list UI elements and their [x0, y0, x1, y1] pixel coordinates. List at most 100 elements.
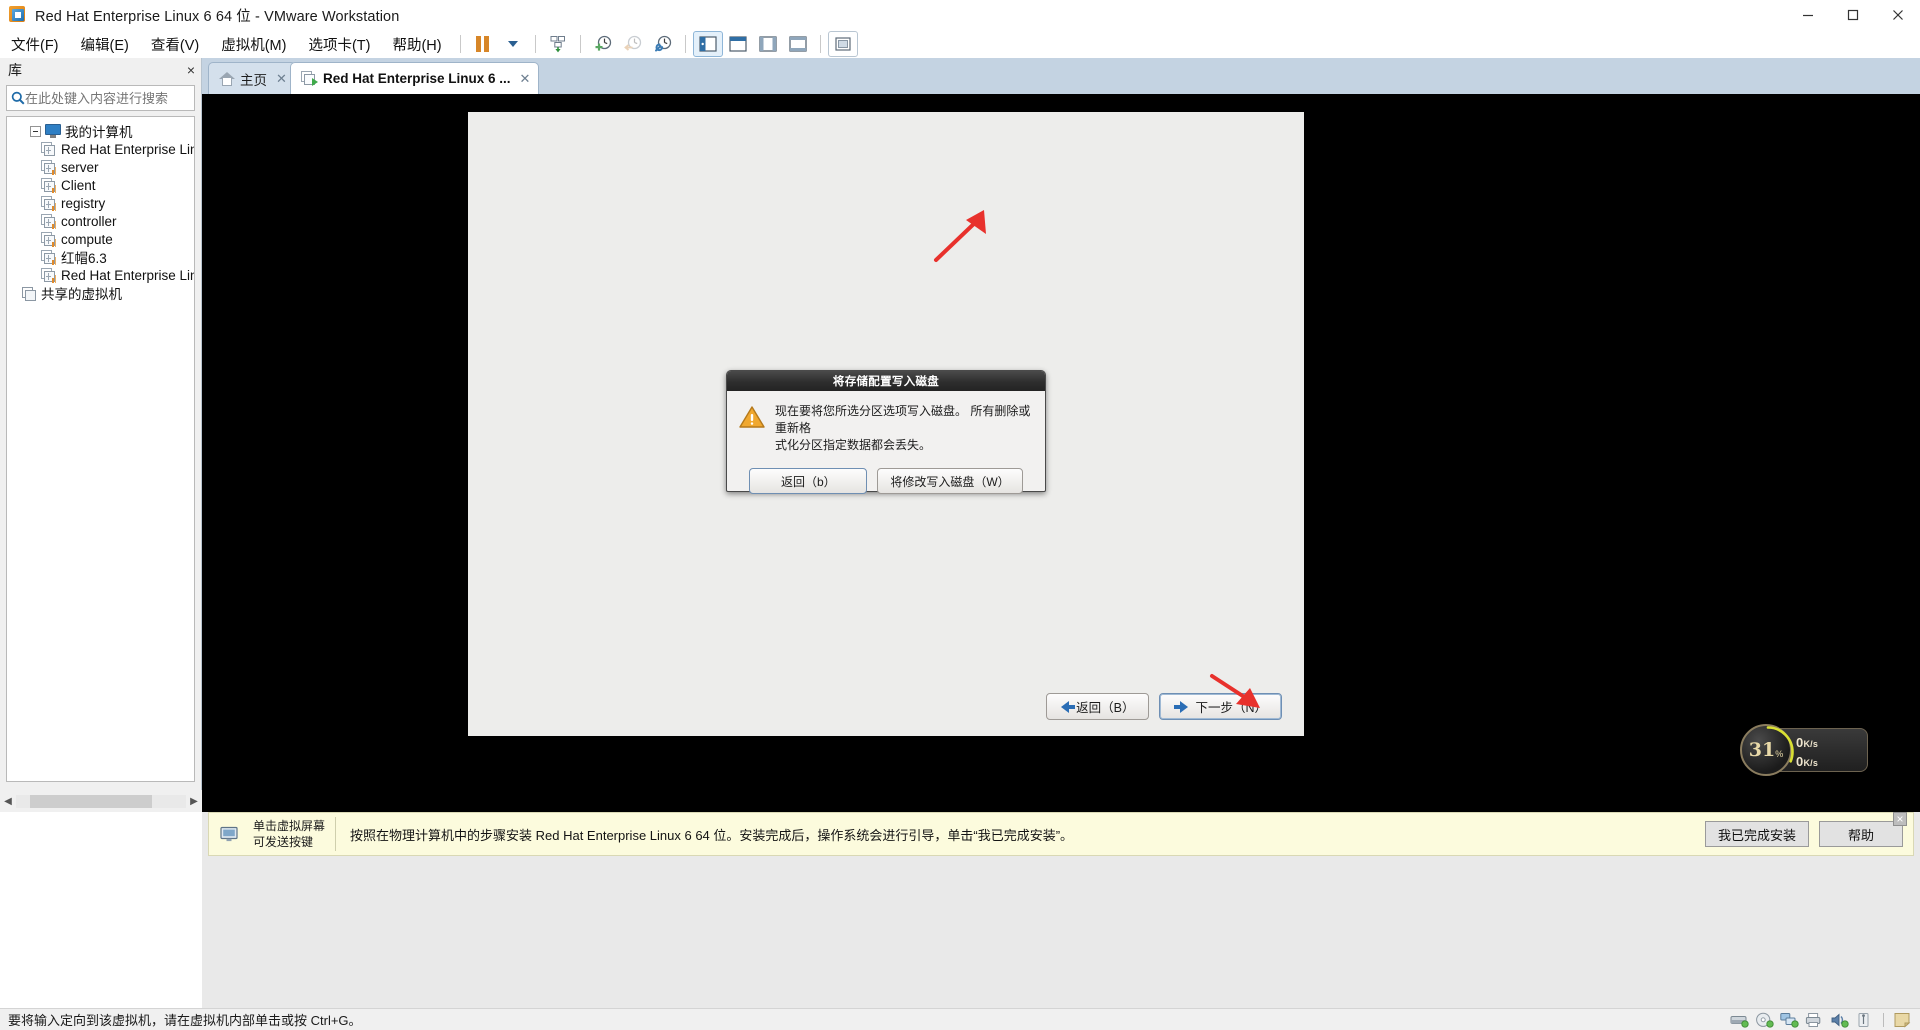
usb-icon[interactable] — [1855, 1012, 1874, 1028]
window-controls — [1785, 0, 1920, 30]
dialog-actions: 返回（b） 将修改写入磁盘（W） — [727, 468, 1045, 494]
tree-root-label: 我的计算机 — [65, 121, 133, 141]
minimize-button[interactable] — [1785, 0, 1830, 30]
dialog-back-button[interactable]: 返回（b） — [749, 468, 867, 494]
tab-home-label: 主页 — [240, 69, 267, 89]
tab-home[interactable]: 主页 ✕ — [208, 62, 296, 94]
snapshot-revert-icon[interactable] — [618, 31, 648, 57]
vmware-logo-icon — [9, 6, 27, 24]
tree-item-label: Client — [61, 178, 96, 193]
search-icon — [11, 91, 25, 105]
hint-help-button[interactable]: 帮助 — [1819, 821, 1903, 847]
upload-unit: K/s — [1803, 739, 1818, 749]
menu-bar: 文件(F) 编辑(E) 查看(V) 虚拟机(M) 选项卡(T) 帮助(H) — [0, 30, 1920, 58]
write-storage-config-dialog: 将存储配置写入磁盘 现在要将您所选分区选项写入磁盘。 所有删除或重新格 式化分区… — [726, 370, 1046, 492]
sidebar-horizontal-scrollbar[interactable]: ◀ ▶ — [0, 790, 202, 812]
guest-back-button[interactable]: 返回（B） — [1046, 693, 1149, 720]
toolbar-divider — [460, 35, 461, 53]
guest-next-button[interactable]: 下一步（N） — [1159, 693, 1282, 720]
download-unit: K/s — [1803, 758, 1818, 768]
hard-disk-icon[interactable] — [1730, 1012, 1749, 1028]
pause-icon[interactable] — [468, 31, 498, 57]
guest-screen[interactable]: 将存储配置写入磁盘 现在要将您所选分区选项写入磁盘。 所有删除或重新格 式化分区… — [468, 112, 1304, 736]
vm-icon — [41, 142, 56, 157]
tree-item-label: 红帽6.3 — [61, 247, 107, 267]
vm-icon — [41, 214, 56, 229]
vm-icon — [41, 250, 56, 265]
snapshot-take-icon[interactable] — [588, 31, 618, 57]
tab-home-close-icon[interactable]: ✕ — [276, 72, 287, 85]
menu-tabs[interactable]: 选项卡(T) — [297, 32, 381, 56]
menu-vm[interactable]: 虚拟机(M) — [210, 32, 297, 56]
tree-item-label: registry — [61, 196, 105, 211]
network-adapter-icon[interactable] — [1780, 1012, 1799, 1028]
vm-icon — [41, 232, 56, 247]
tree-root-my-computer[interactable]: 我的计算机 — [7, 122, 194, 140]
tree-item-shared-vms[interactable]: 共享的虚拟机 — [7, 284, 194, 302]
vm-console-viewport[interactable]: 将存储配置写入磁盘 现在要将您所选分区选项写入磁盘。 所有删除或重新格 式化分区… — [202, 94, 1920, 812]
hint-secondary-line-1: 单击虚拟屏幕 — [253, 819, 325, 833]
warning-icon — [739, 405, 765, 429]
vm-icon — [41, 160, 56, 175]
finished-install-button[interactable]: 我已完成安装 — [1705, 821, 1809, 847]
tree-item-label: server — [61, 160, 99, 175]
arrow-left-icon — [1061, 701, 1069, 713]
dialog-write-changes-button[interactable]: 将修改写入磁盘（W） — [877, 468, 1022, 494]
tree-item-controller[interactable]: controller — [7, 212, 194, 230]
tree-item-client[interactable]: Client — [7, 176, 194, 194]
vmware-workstation-window: Red Hat Enterprise Linux 6 64 位 - VMware… — [0, 0, 1920, 1030]
tree-item-server[interactable]: server — [7, 158, 194, 176]
fullscreen-icon[interactable] — [783, 31, 813, 57]
dropdown-caret-icon[interactable] — [498, 31, 528, 57]
sound-card-icon[interactable] — [1830, 1012, 1849, 1028]
install-hint-bar: 单击虚拟屏幕 可发送按键 按照在物理计算机中的步骤安装 Red Hat Ente… — [202, 812, 1920, 1030]
hint-close-icon[interactable]: × — [1893, 812, 1907, 826]
shared-vms-icon — [21, 286, 37, 301]
cd-dvd-icon[interactable] — [1755, 1012, 1774, 1028]
menu-view[interactable]: 查看(V) — [140, 32, 210, 56]
tree-item-rhel-1[interactable]: Red Hat Enterprise Lin — [7, 140, 194, 158]
dialog-message-line-2: 式化分区指定数据都会丢失。 — [775, 437, 1033, 454]
printer-icon[interactable] — [1805, 1012, 1824, 1028]
notes-icon[interactable] — [1893, 1012, 1912, 1028]
tree-item-label: 共享的虚拟机 — [41, 283, 122, 303]
tree-item-rhel-2[interactable]: Red Hat Enterprise Lin — [7, 266, 194, 284]
toolbar-divider-5 — [820, 35, 821, 53]
scrollbar-thumb[interactable] — [30, 795, 152, 808]
collapse-icon[interactable] — [30, 126, 41, 137]
hint-secondary-line-2: 可发送按键 — [253, 835, 313, 849]
snapshot-manager-icon[interactable] — [648, 31, 678, 57]
hint-buttons: 我已完成安装 帮助 — [1705, 821, 1913, 847]
thumbnail-view-icon[interactable] — [753, 31, 783, 57]
console-view-icon[interactable] — [723, 31, 753, 57]
tab-rhel-close-icon[interactable]: ✕ — [520, 72, 531, 85]
menu-file[interactable]: 文件(F) — [0, 32, 70, 56]
guest-back-label: 返回（B） — [1076, 697, 1134, 716]
tree-item-registry[interactable]: registry — [7, 194, 194, 212]
search-input[interactable] — [25, 91, 201, 106]
tab-rhel-vm[interactable]: Red Hat Enterprise Linux 6 ... ✕ — [290, 62, 539, 94]
maximize-button[interactable] — [1830, 0, 1875, 30]
scroll-right-icon[interactable]: ▶ — [186, 793, 202, 809]
scrollbar-track[interactable] — [16, 795, 186, 808]
hint-secondary-text: 单击虚拟屏幕 可发送按键 — [243, 818, 335, 850]
computer-icon — [45, 124, 61, 138]
dialog-title: 将存储配置写入磁盘 — [727, 371, 1045, 391]
show-library-icon[interactable] — [693, 31, 723, 57]
menu-help[interactable]: 帮助(H) — [381, 32, 452, 56]
library-close-icon[interactable]: × — [187, 62, 195, 78]
tree-item-hongmao63[interactable]: 红帽6.3 — [7, 248, 194, 266]
vm-tab-icon — [301, 71, 317, 86]
toolbar-divider-4 — [685, 35, 686, 53]
library-search-box[interactable] — [6, 85, 195, 111]
hint-message: 按照在物理计算机中的步骤安装 Red Hat Enterprise Linux … — [336, 825, 1705, 844]
close-button[interactable] — [1875, 0, 1920, 30]
tree-item-compute[interactable]: compute — [7, 230, 194, 248]
cpu-usage-unit: % — [1775, 749, 1783, 759]
scroll-left-icon[interactable]: ◀ — [0, 793, 16, 809]
title-bar: Red Hat Enterprise Linux 6 64 位 - VMware… — [0, 0, 1920, 30]
menu-edit[interactable]: 编辑(E) — [70, 32, 140, 56]
send-ctrl-alt-del-icon[interactable] — [543, 31, 573, 57]
unity-icon[interactable] — [828, 31, 858, 57]
tray-divider — [1883, 1013, 1884, 1027]
